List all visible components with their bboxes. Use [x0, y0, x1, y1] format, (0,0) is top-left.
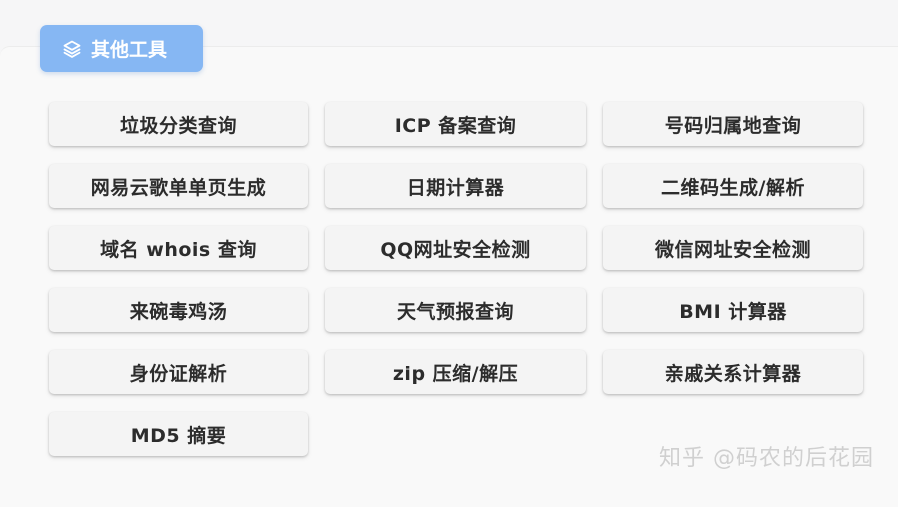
tool-button-weather[interactable]: 天气预报查询 [325, 288, 586, 332]
tool-button-date-calculator[interactable]: 日期计算器 [325, 164, 586, 208]
tool-button-icp-lookup[interactable]: ICP 备案查询 [325, 102, 586, 146]
tool-button-garbage-classification[interactable]: 垃圾分类查询 [49, 102, 308, 146]
tool-button-md5[interactable]: MD5 摘要 [49, 412, 308, 456]
tool-button-netease-playlist[interactable]: 网易云歌单单页生成 [49, 164, 308, 208]
tool-button-qq-url-check[interactable]: QQ网址安全检测 [325, 226, 586, 270]
tool-button-whois[interactable]: 域名 whois 查询 [49, 226, 308, 270]
tool-button-relative-calculator[interactable]: 亲戚关系计算器 [603, 350, 863, 394]
tool-button-id-card[interactable]: 身份证解析 [49, 350, 308, 394]
tool-button-zip[interactable]: zip 压缩/解压 [325, 350, 586, 394]
category-tag-other-tools[interactable]: 其他工具 [40, 25, 203, 72]
tool-grid: 垃圾分类查询 ICP 备案查询 号码归属地查询 网易云歌单单页生成 日期计算器 … [49, 102, 864, 456]
layers-icon [62, 39, 82, 59]
tool-button-bmi[interactable]: BMI 计算器 [603, 288, 863, 332]
category-title: 其他工具 [91, 35, 167, 62]
watermark: 知乎 @码农的后花园 [659, 440, 874, 472]
tool-button-chicken-soup[interactable]: 来碗毒鸡汤 [49, 288, 308, 332]
tool-button-qrcode[interactable]: 二维码生成/解析 [603, 164, 863, 208]
tool-button-wechat-url-check[interactable]: 微信网址安全检测 [603, 226, 863, 270]
tool-button-phone-location[interactable]: 号码归属地查询 [603, 102, 863, 146]
